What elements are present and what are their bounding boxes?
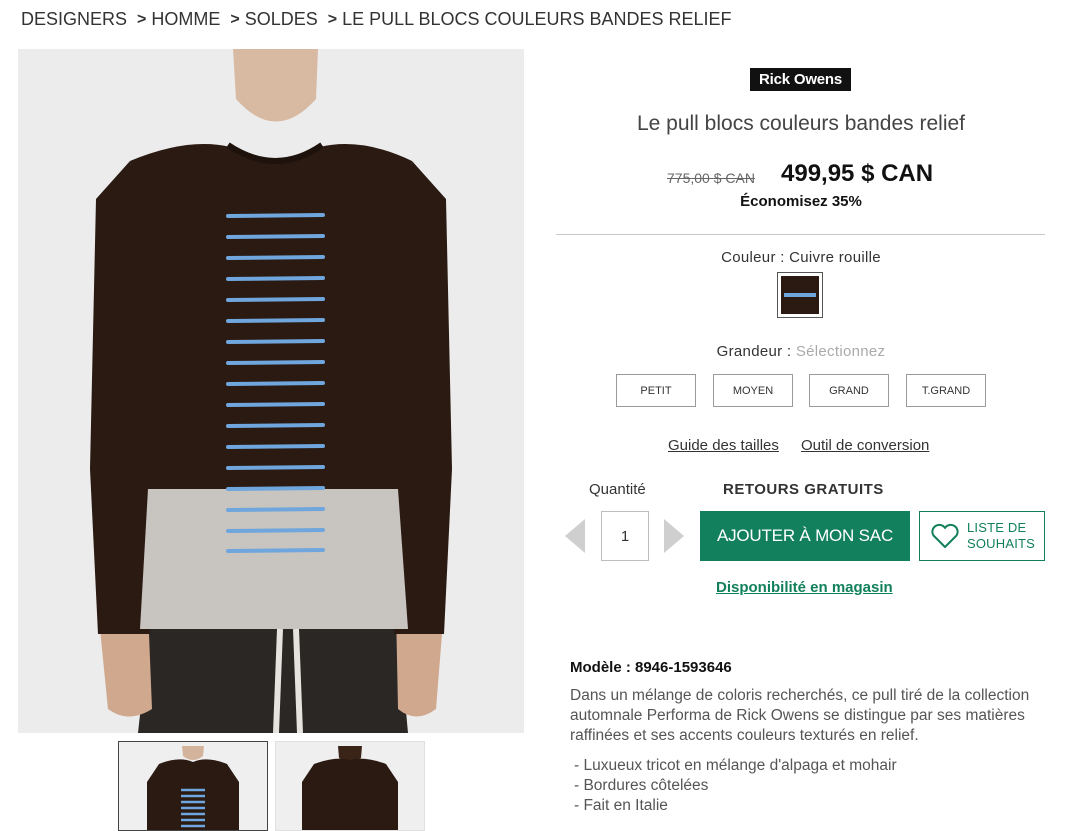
savings-label: Économisez 35%: [740, 193, 862, 210]
breadcrumb-separator: >: [137, 10, 147, 28]
quantity-label: Quantité: [589, 481, 646, 498]
product-thumbnail-back[interactable]: [275, 741, 425, 831]
add-to-bag-button[interactable]: AJOUTER À MON SAC: [700, 511, 910, 561]
color-label: Couleur : Cuivre rouille: [721, 249, 881, 266]
breadcrumb-homme[interactable]: HOMME: [151, 9, 220, 30]
breadcrumb-current: LE PULL BLOCS COULEURS BANDES RELIEF: [342, 9, 732, 29]
wishlist-button[interactable]: LISTE DE SOUHAITS: [919, 511, 1045, 561]
size-button-t-grand[interactable]: T.GRAND: [906, 374, 986, 407]
product-description: Dans un mélange de coloris recherchés, c…: [570, 687, 1030, 744]
heart-icon: [931, 523, 959, 548]
sale-price: 499,95 $ CAN: [781, 160, 934, 187]
brand-label[interactable]: Rick Owens: [750, 68, 852, 91]
wishlist-label-line1: LISTE DE: [967, 520, 1027, 535]
size-button-moyen[interactable]: MOYEN: [713, 374, 793, 407]
breadcrumb-designers[interactable]: DESIGNERS: [21, 9, 127, 30]
breadcrumb: DESIGNERS > HOMME > SOLDES > LE PULL BLO…: [21, 9, 732, 30]
conversion-tool-link[interactable]: Outil de conversion: [801, 437, 929, 454]
wishlist-label: LISTE DE SOUHAITS: [967, 520, 1035, 552]
divider: [556, 234, 1045, 235]
feature-item: Fait en Italie: [574, 796, 897, 816]
product-title: Le pull blocs couleurs bandes relief: [636, 112, 966, 135]
size-label-text: Grandeur :: [716, 343, 796, 360]
chevron-right-icon[interactable]: [664, 519, 684, 553]
breadcrumb-separator: >: [327, 10, 338, 28]
swatch-image: [781, 276, 819, 314]
feature-list: Luxueux tricot en mélange d'alpaga et mo…: [574, 756, 897, 816]
size-placeholder: Sélectionnez: [795, 343, 886, 360]
size-button-petit[interactable]: PETIT: [616, 374, 696, 407]
size-label: Grandeur : Sélectionnez: [556, 343, 1046, 360]
feature-item: Bordures côtelées: [574, 776, 897, 796]
quantity-input[interactable]: [601, 511, 649, 561]
feature-item: Luxueux tricot en mélange d'alpaga et mo…: [574, 756, 896, 776]
chevron-left-icon[interactable]: [565, 519, 585, 553]
free-returns-label: RETOURS GRATUITS: [723, 481, 884, 498]
wishlist-label-line2: SOUHAITS: [967, 536, 1036, 551]
product-main-image[interactable]: [18, 49, 524, 733]
breadcrumb-soldes[interactable]: SOLDES: [245, 9, 318, 30]
model-number: Modèle : 8946-1593646: [570, 659, 732, 676]
original-price: 775,00 $ CAN: [667, 170, 755, 186]
size-button-grand[interactable]: GRAND: [809, 374, 889, 407]
store-availability-link[interactable]: Disponibilité en magasin: [716, 579, 893, 596]
breadcrumb-separator: >: [230, 10, 240, 28]
color-swatch-cuivre-rouille[interactable]: [777, 272, 823, 318]
size-guide-link[interactable]: Guide des tailles: [668, 437, 779, 454]
product-thumbnail-front[interactable]: [118, 741, 268, 831]
